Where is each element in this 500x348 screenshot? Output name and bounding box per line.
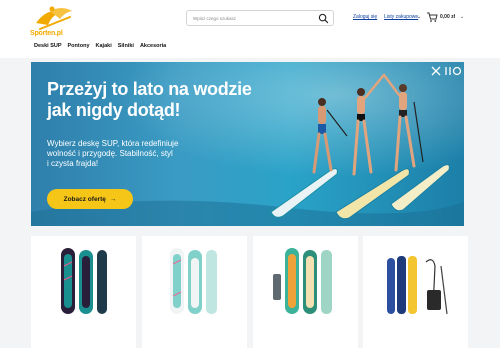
- hero-banner[interactable]: Przeżyj to lato na wodzie jak nigdy dotą…: [31, 62, 464, 226]
- hero-subtitle-line: i czysta frajda!: [47, 159, 99, 168]
- search-box: [186, 10, 334, 26]
- main-nav: Deski SUP Pontony Kajaki Silniki Akcesor…: [34, 43, 166, 53]
- hero-subtitle-line: Wybierz deskę SUP, która redefiniuje: [47, 139, 179, 148]
- cart-icon[interactable]: [426, 11, 438, 23]
- chevron-down-icon[interactable]: ⌄: [417, 14, 421, 20]
- hero-subtitle: Wybierz deskę SUP, która redefiniuje wol…: [47, 139, 247, 169]
- nav-item-deski-sup[interactable]: Deski SUP: [34, 43, 62, 53]
- chevron-down-icon[interactable]: ⌄: [460, 14, 464, 20]
- search-input[interactable]: [193, 13, 313, 24]
- sup-board-set-icon: [273, 248, 332, 314]
- nav-item-pontony[interactable]: Pontony: [68, 43, 90, 53]
- sup-board-set-icon: [170, 248, 217, 314]
- login-link[interactable]: Zaloguj się: [353, 14, 377, 20]
- logo-text[interactable]: Sporten.pl: [30, 30, 63, 37]
- see-offer-label: Zobacz ofertę: [63, 195, 106, 203]
- hero-title: Przeżyj to lato na wodzie jak nigdy dotą…: [47, 79, 297, 121]
- hero-subtitle-line: wolność i przygodę. Stabilność, styl: [47, 149, 173, 158]
- hero-title-line: jak nigdy dotąd!: [47, 100, 181, 120]
- product-card[interactable]: [363, 236, 468, 348]
- search-icon[interactable]: [318, 13, 329, 24]
- cart-total[interactable]: 0,00 zł: [440, 14, 455, 20]
- sup-board-set-icon: [387, 256, 448, 315]
- sup-board-set-icon: [61, 248, 107, 314]
- arrow-right-icon: →: [109, 195, 117, 203]
- product-card[interactable]: [142, 236, 247, 348]
- see-offer-button[interactable]: Zobacz ofertę →: [47, 189, 133, 209]
- product-card[interactable]: [31, 236, 136, 348]
- site-header: Sporten.pl Zaloguj się Listy zakupowe ⌄ …: [0, 0, 500, 58]
- nav-item-silniki[interactable]: Silniki: [118, 43, 134, 53]
- hero-title-line: Przeżyj to lato na wodzie: [47, 79, 252, 99]
- shopping-lists-link[interactable]: Listy zakupowe: [384, 14, 418, 20]
- nav-item-akcesoria[interactable]: Akcesoria: [140, 43, 166, 53]
- nav-item-kajaki[interactable]: Kajaki: [96, 43, 112, 53]
- product-card[interactable]: [253, 236, 358, 348]
